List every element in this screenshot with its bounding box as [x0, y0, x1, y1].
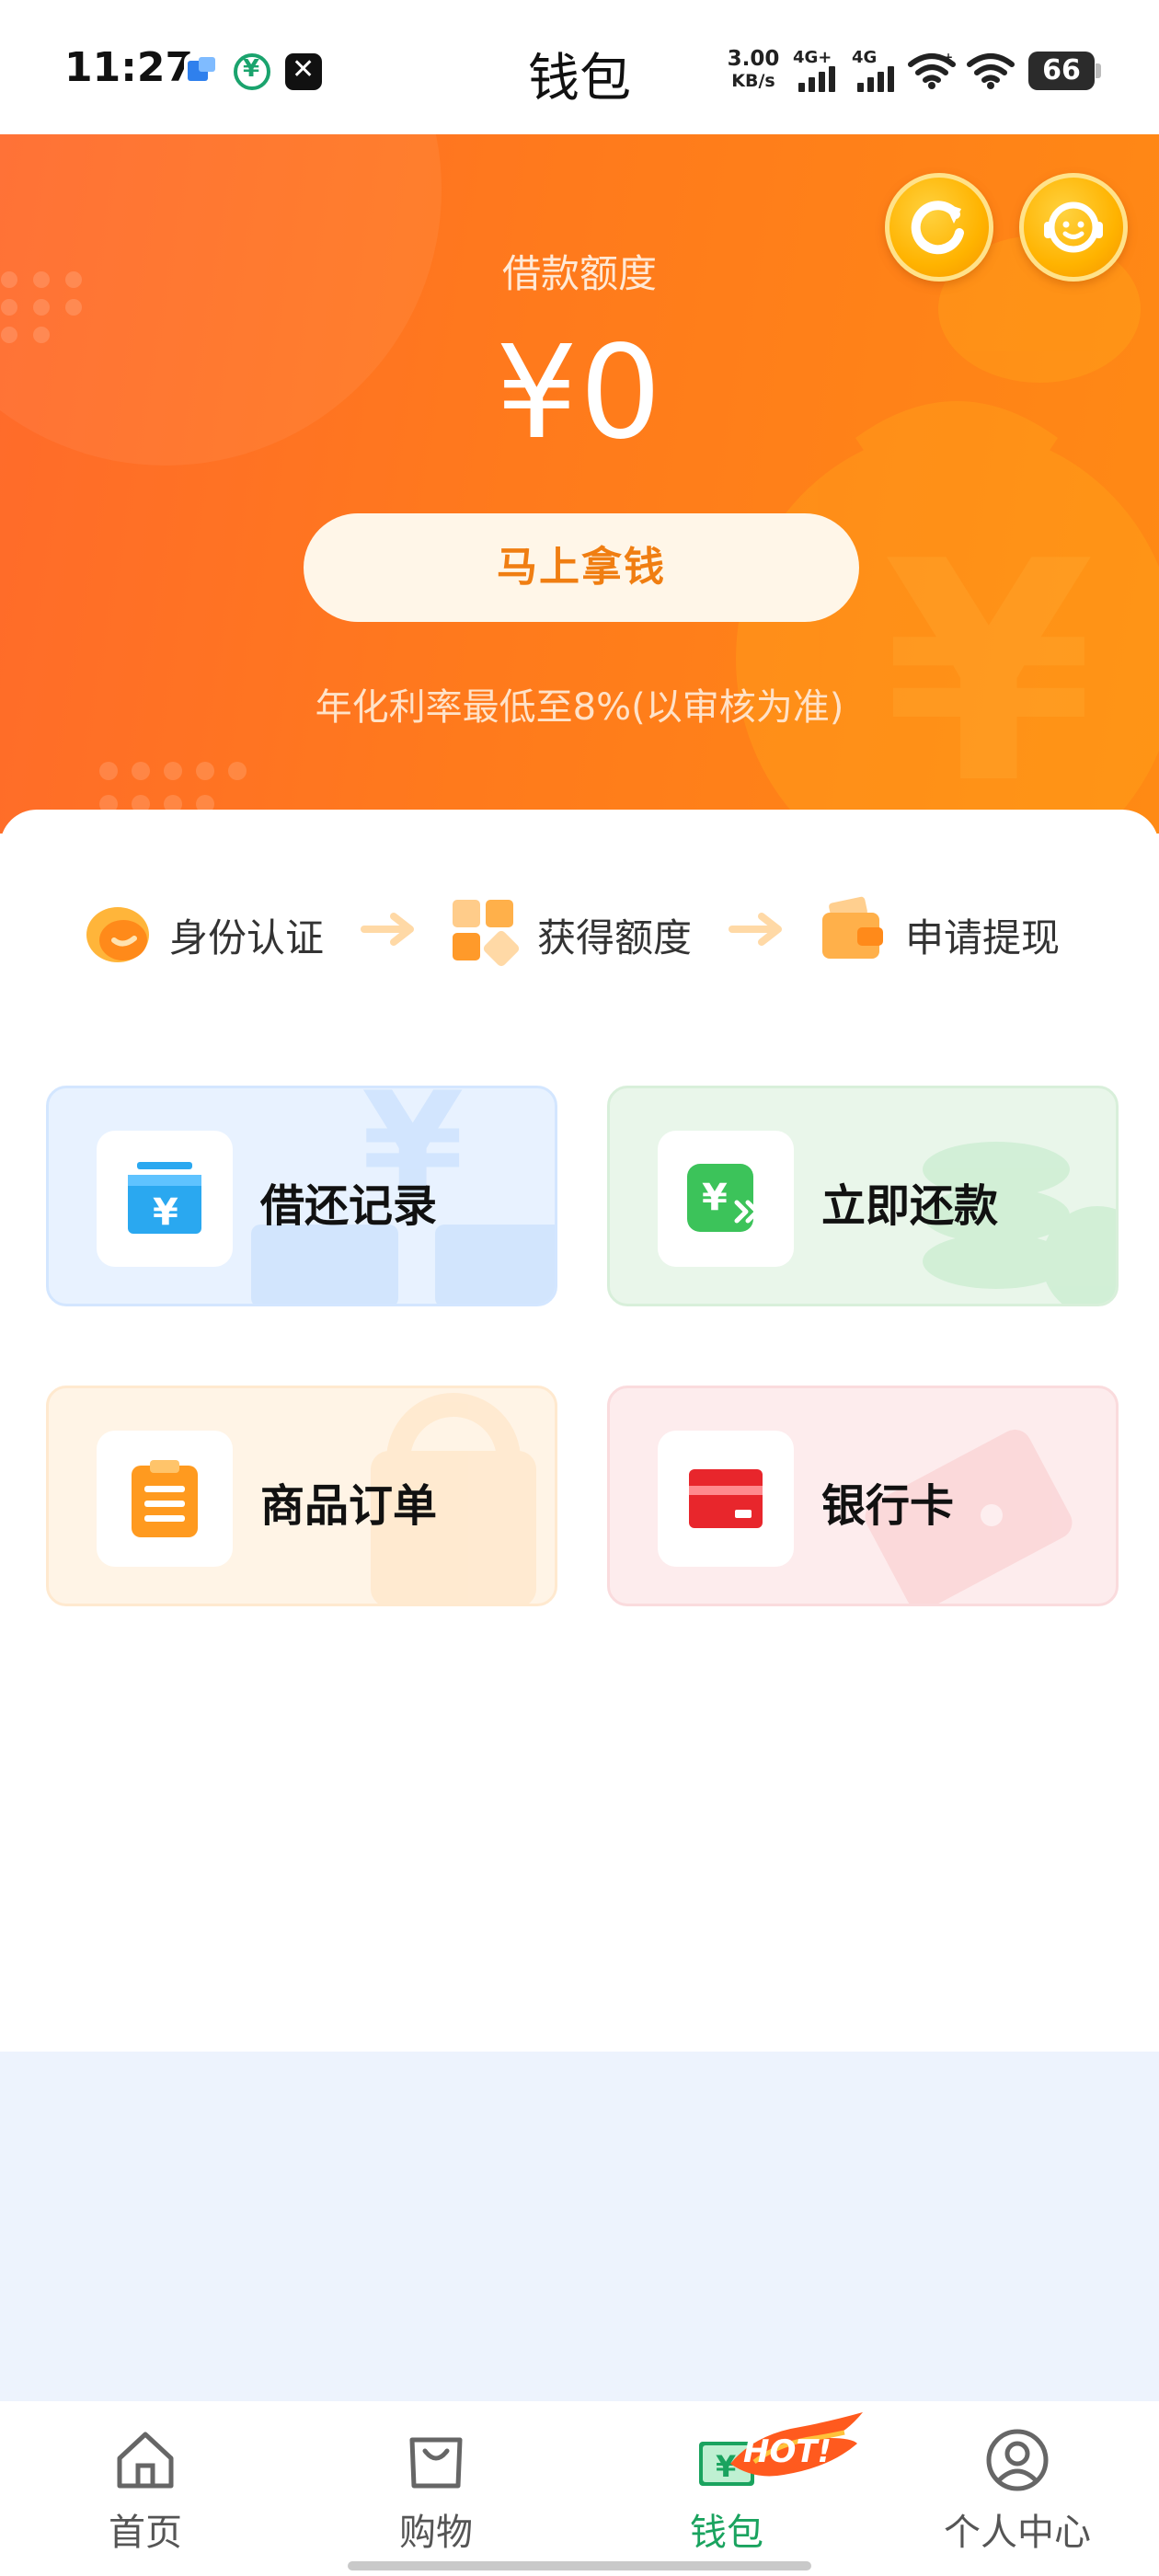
signal-sim1-icon: 4G+ — [791, 48, 843, 92]
home-icon — [117, 2432, 174, 2489]
signal-sim2-label: 4G — [852, 48, 878, 67]
signal-sim1-label: 4G+ — [793, 48, 832, 67]
shopping-bag-icon — [409, 2437, 463, 2489]
wallet-icon — [822, 896, 883, 959]
battery-indicator: 66 — [1028, 52, 1101, 90]
hot-badge: HOT! — [730, 2412, 863, 2477]
network-speed-value: 3.00 — [727, 47, 780, 71]
get-money-button[interactable]: 马上拿钱 — [304, 513, 859, 622]
bank-card-icon — [689, 1469, 763, 1528]
user-icon — [986, 2429, 1049, 2491]
step-label: 身份认证 — [169, 915, 325, 960]
identity-icon — [86, 907, 149, 962]
tab-label: 购物 — [399, 2512, 473, 2554]
tab-home[interactable]: 首页 — [35, 2427, 256, 2556]
bank-card-tile[interactable]: 银行卡 — [607, 1386, 1119, 1606]
tile-icon-box — [658, 1431, 794, 1567]
tile-icon-box — [97, 1431, 233, 1567]
tile-label: 借还记录 — [260, 1180, 438, 1232]
step-label: 获得额度 — [537, 915, 693, 960]
network-speed: 3.00 KB/s — [721, 48, 786, 92]
hero-banner: ¥ 借款额度 ¥0 马上拿钱 年化利率最低至8%(以审核为准) — [0, 134, 1159, 834]
status-bar: 11:27 钱包 3.00 KB/s 4G+ 4G + 66 — [0, 0, 1159, 134]
svg-text:¥: ¥ — [883, 497, 1095, 834]
hot-badge-label: HOT! — [743, 2433, 832, 2470]
loan-steps: 身份认证 获得额度 申请提现 — [0, 810, 1159, 1049]
tab-label: 首页 — [109, 2512, 182, 2554]
repay-icon: ¥ — [687, 1164, 760, 1232]
clipboard-icon — [132, 1460, 198, 1537]
quota-label: 借款额度 — [501, 251, 657, 296]
svg-text:¥: ¥ — [153, 1191, 178, 1234]
network-speed-unit: KB/s — [731, 71, 775, 91]
tile-label: 立即还款 — [821, 1180, 999, 1232]
loan-record-icon: ¥ — [128, 1162, 201, 1234]
loan-record-tile[interactable]: ¥ ¥ 借还记录 — [46, 1086, 557, 1306]
tile-icon-box: ¥ — [97, 1131, 233, 1267]
wifi-icon: + — [908, 52, 956, 89]
product-order-tile[interactable]: 商品订单 — [46, 1386, 557, 1606]
tile-label: 银行卡 — [821, 1480, 955, 1532]
step-label: 申请提现 — [905, 915, 1061, 960]
signal-sim2-icon: 4G — [850, 48, 901, 92]
tile-icon-box: ¥ — [658, 1131, 794, 1267]
svg-text:¥: ¥ — [702, 1177, 728, 1219]
tab-profile[interactable]: 个人中心 — [907, 2427, 1128, 2556]
interest-rate-note: 年化利率最低至8%(以审核为准) — [315, 686, 844, 729]
wallet-content: 身份认证 获得额度 申请提现 ¥ ¥ 借还记录 ¥ 立即还款 商品订单 银行卡 — [0, 810, 1159, 2052]
svg-text:+: + — [944, 52, 953, 63]
tile-label: 商品订单 — [260, 1480, 438, 1532]
step-arrow-icon — [361, 913, 414, 946]
home-indicator — [348, 2561, 811, 2570]
step-arrow-icon — [729, 913, 782, 946]
tab-shopping[interactable]: 购物 — [326, 2427, 546, 2556]
wifi-icon-2 — [967, 53, 1015, 89]
bottom-tab-bar: 首页 购物 ¥ 钱包 个人中心 — [0, 2401, 1159, 2576]
tab-label: 钱包 — [690, 2512, 763, 2554]
quota-icon — [453, 900, 520, 967]
repay-now-tile[interactable]: ¥ 立即还款 — [607, 1086, 1119, 1306]
empty-area — [0, 2052, 1159, 2401]
tab-label: 个人中心 — [944, 2512, 1091, 2554]
quota-amount: ¥0 — [495, 318, 664, 468]
